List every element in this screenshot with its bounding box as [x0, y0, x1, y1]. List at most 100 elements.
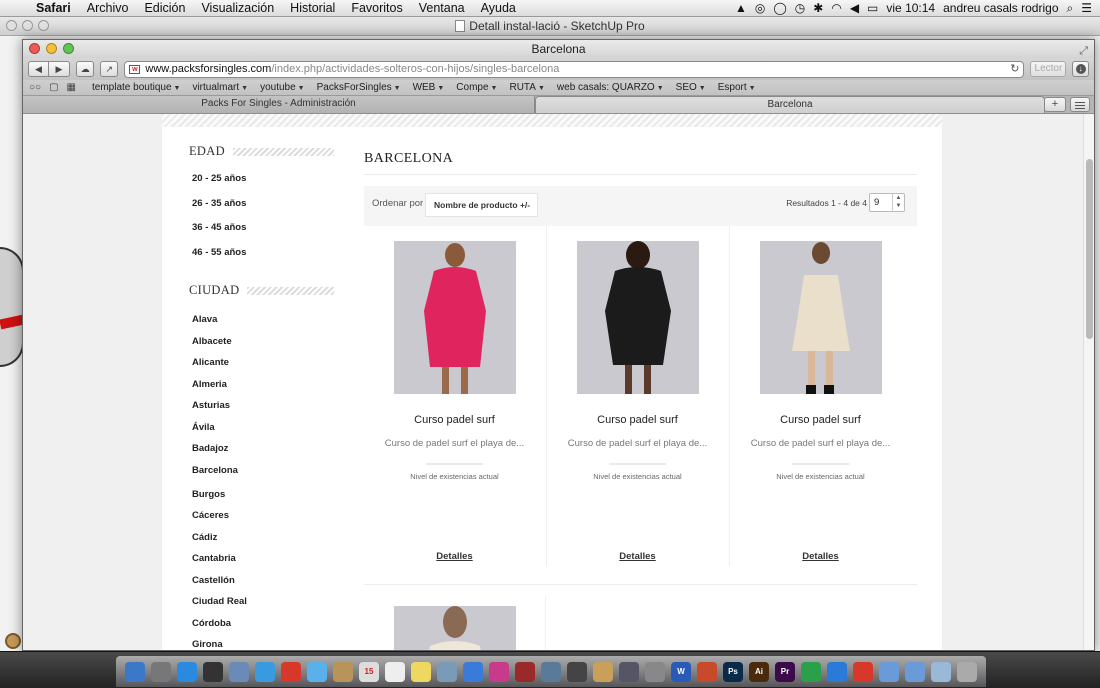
edad-item[interactable]: 46 - 55 años [192, 247, 334, 272]
mail-icon[interactable] [229, 661, 249, 682]
tab-administracion[interactable]: Packs For Singles - Administración [23, 96, 535, 113]
app-store-icon[interactable] [177, 661, 197, 682]
safari-icon[interactable] [255, 661, 275, 682]
product-name[interactable]: Curso padel surf [364, 414, 545, 426]
bookmark-ruta[interactable]: RUTA ▼ [503, 82, 550, 93]
clock[interactable]: vie 10:14 [886, 1, 935, 15]
new-tab-button[interactable]: + [1044, 97, 1066, 112]
edad-item[interactable]: 26 - 35 años [192, 198, 334, 223]
ciudad-item[interactable]: Girona [192, 639, 334, 650]
sketchup-icon[interactable] [853, 661, 873, 682]
bookmark-compe[interactable]: Compe ▼ [450, 82, 503, 93]
per-page-stepper[interactable]: 9 ▲ ▼ [869, 193, 905, 212]
time-machine-icon[interactable] [619, 661, 639, 682]
close-icon[interactable] [29, 43, 40, 54]
bookmark-seo[interactable]: SEO ▼ [670, 82, 712, 93]
vertical-scrollbar[interactable] [1083, 114, 1094, 650]
address-bar[interactable]: w www.packsforsingles.com/index.php/acti… [124, 60, 1025, 78]
downloads-icon[interactable] [905, 661, 925, 682]
documents-icon[interactable] [931, 661, 951, 682]
ciudad-item[interactable]: Ávila [192, 422, 334, 444]
launchpad-icon[interactable] [151, 661, 171, 682]
imovie-icon[interactable] [567, 661, 587, 682]
details-link[interactable]: Detalles [364, 551, 545, 562]
product-name[interactable]: Curso padel surf [547, 414, 728, 426]
ciudad-item[interactable]: Cáceres [192, 510, 334, 532]
drive-icon[interactable]: ▲ [735, 1, 747, 15]
bookmark-web[interactable]: WEB ▼ [407, 82, 451, 93]
product-image[interactable] [760, 241, 882, 394]
ciudad-item[interactable]: Alicante [192, 357, 334, 379]
ciudad-item[interactable]: Castellón [192, 575, 334, 597]
photoshop-icon[interactable]: Ps [723, 661, 743, 682]
stepper-arrows-icon[interactable]: ▲ ▼ [892, 194, 904, 211]
zoom-icon[interactable] [63, 43, 74, 54]
chrome-icon[interactable] [281, 661, 301, 682]
ciudad-item[interactable]: Almeria [192, 379, 334, 401]
ciudad-item[interactable]: Barcelona [192, 465, 334, 489]
illustrator-icon[interactable]: Ai [749, 661, 769, 682]
ciudad-item[interactable]: Córdoba [192, 618, 334, 640]
product-image[interactable] [394, 606, 516, 650]
timer-icon[interactable]: ◷ [795, 1, 805, 15]
bookmark-packsforsingles[interactable]: PacksForSingles ▼ [311, 82, 407, 93]
dropbox-icon[interactable] [827, 661, 847, 682]
finder-icon[interactable] [125, 661, 145, 682]
sort-select[interactable]: Nombre de producto +/- [425, 193, 538, 217]
iphoto-icon[interactable] [541, 661, 561, 682]
sketchup-model-shape[interactable] [0, 247, 24, 367]
sync-icon[interactable]: ◎ [755, 1, 765, 15]
menu-app-name[interactable]: Safari [28, 1, 79, 15]
itunes-icon[interactable] [463, 661, 483, 682]
share-button[interactable]: ↗ [100, 61, 119, 77]
ciudad-item[interactable]: Alava [192, 314, 334, 336]
bookmarks-icon[interactable]: ▢ [49, 82, 58, 93]
google-drive-icon[interactable] [801, 661, 821, 682]
menu-archivo[interactable]: Archivo [79, 1, 137, 15]
notes-icon[interactable] [411, 661, 431, 682]
details-link[interactable]: Detalles [730, 551, 911, 562]
battery-icon[interactable]: ▭ [867, 1, 878, 15]
bluetooth-icon[interactable]: ✱ [813, 1, 823, 15]
forward-button[interactable]: ▶ [49, 61, 70, 77]
calendar-icon[interactable]: 15 [359, 661, 379, 682]
volume-icon[interactable]: ◀ [850, 1, 859, 15]
bookmark-template-boutique[interactable]: template boutique ▼ [86, 82, 186, 93]
folder-icon[interactable] [879, 661, 899, 682]
word-icon[interactable]: W [671, 661, 691, 682]
user-name[interactable]: andreu casals rodrigo [943, 1, 1058, 15]
sketchup-tool-icon[interactable] [5, 633, 21, 649]
preview-icon[interactable] [437, 661, 457, 682]
textedit-icon[interactable] [385, 661, 405, 682]
ciudad-item[interactable]: Asturias [192, 400, 334, 422]
trash-icon[interactable] [957, 661, 977, 682]
scrollbar-thumb[interactable] [1086, 159, 1093, 339]
bookmark-virtualmart[interactable]: virtualmart ▼ [186, 82, 254, 93]
bookmark-web-casals[interactable]: web casals: QUARZO ▼ [551, 82, 670, 93]
garageband-icon[interactable] [593, 661, 613, 682]
menu-visualizacion[interactable]: Visualización [193, 1, 282, 15]
reader-button[interactable]: Lector [1030, 61, 1067, 77]
reload-icon[interactable]: ↻ [1010, 62, 1019, 75]
ciudad-item[interactable]: Badajoz [192, 443, 334, 465]
menu-edicion[interactable]: Edición [136, 1, 193, 15]
bookmark-youtube[interactable]: youtube ▼ [254, 82, 311, 93]
menu-historial[interactable]: Historial [282, 1, 343, 15]
minimize-icon[interactable] [46, 43, 57, 54]
top-sites-icon[interactable]: ▦ [67, 82, 76, 93]
ciudad-item[interactable]: Cantabria [192, 553, 334, 575]
notifications-icon[interactable]: ☰ [1081, 1, 1092, 15]
contacts-icon[interactable] [333, 661, 353, 682]
premiere-icon[interactable]: Pr [775, 661, 795, 682]
wifi-icon[interactable]: ◠ [831, 1, 841, 15]
sketchup-window-controls[interactable] [6, 20, 49, 31]
bookmark-esport[interactable]: Esport ▼ [712, 82, 762, 93]
dashboard-icon[interactable] [203, 661, 223, 682]
details-link[interactable]: Detalles [547, 551, 728, 562]
powerpoint-icon[interactable] [697, 661, 717, 682]
downloads-button[interactable]: ↓ [1072, 61, 1089, 77]
tab-barcelona[interactable]: Barcelona [535, 96, 1045, 113]
back-button[interactable]: ◀ [28, 61, 49, 77]
product-image[interactable] [577, 241, 699, 394]
music-icon[interactable] [489, 661, 509, 682]
